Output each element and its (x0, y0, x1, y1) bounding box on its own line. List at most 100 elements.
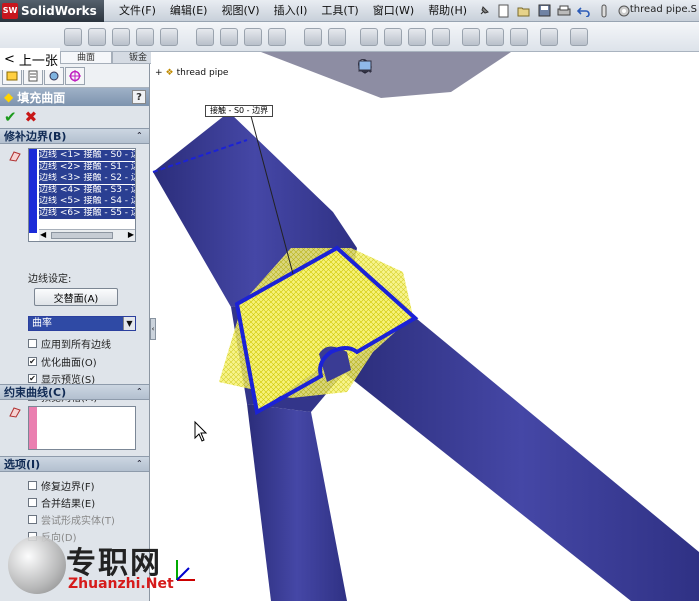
alternate-face-button[interactable]: 交替面(A) (34, 288, 118, 306)
list-item[interactable]: 边线 <6> 接触 - S5 - 边 (39, 207, 135, 219)
trim-surface-tool-icon[interactable] (384, 28, 402, 46)
edge-callout-label: 接触 - S0 - 边界 (205, 105, 274, 117)
constraint-curves-header[interactable]: 约束曲线(C) ⌃ (0, 384, 149, 400)
checkbox-box[interactable] (28, 339, 37, 348)
edit-appearance-icon[interactable] (358, 58, 545, 78)
chevron-down-icon[interactable]: ▼ (123, 317, 135, 330)
cancel-button[interactable]: ✖ (25, 108, 38, 126)
pin-icon[interactable] (476, 3, 492, 19)
menu-help[interactable]: 帮助(H) (421, 0, 474, 22)
expand-icon[interactable]: + (155, 68, 163, 78)
features-toolbar (0, 22, 699, 52)
apply-scene-icon[interactable] (358, 58, 569, 78)
curves-tool-icon[interactable] (570, 28, 588, 46)
replace-face-tool-icon[interactable] (328, 28, 346, 46)
revolved-surface-tool-icon[interactable] (88, 28, 106, 46)
surface-cut-tool-icon[interactable] (510, 28, 528, 46)
view-orientation-icon[interactable] (359, 58, 473, 78)
feature-tree-root[interactable]: + ❖ thread pipe (155, 68, 228, 78)
open-icon[interactable] (516, 3, 532, 19)
extruded-surface-tool-icon[interactable] (64, 28, 82, 46)
reference-geometry-tool-icon[interactable] (540, 28, 558, 46)
collapse-icon[interactable]: ⌃ (136, 387, 146, 397)
offset-surface-tool-icon[interactable] (244, 28, 262, 46)
list-item[interactable]: 边线 <1> 接触 - S0 - 边 (39, 150, 135, 161)
extend-surface-tool-icon[interactable] (360, 28, 378, 46)
lofted-surface-tool-icon[interactable] (136, 28, 154, 46)
list-item[interactable]: 边线 <2> 接触 - S1 - 边 (39, 161, 135, 173)
back-link[interactable]: < 上一张 (0, 48, 60, 70)
part-icon: ❖ (165, 68, 174, 78)
scrollbar-thumb[interactable] (51, 232, 113, 239)
fix-boundary-label: 修复边界(F) (41, 482, 95, 493)
watermark-ball-logo (8, 536, 66, 594)
rebuild-icon[interactable] (596, 3, 612, 19)
menu-edit[interactable]: 编辑(E) (163, 0, 215, 22)
checkbox-box[interactable] (28, 498, 37, 507)
planar-surface-tool-icon[interactable] (220, 28, 238, 46)
new-document-icon[interactable] (496, 3, 512, 19)
constraint-curves-group (0, 400, 149, 456)
list-item[interactable]: 边线 <3> 接触 - S2 - 边 (39, 173, 135, 184)
chevron-left-icon: < (4, 51, 15, 67)
list-item[interactable]: 边线 <4> 接触 - S3 - 边 (39, 184, 135, 196)
watermark-english-text: Zhuanzhi.Net (68, 576, 174, 592)
collapse-icon[interactable]: ⌃ (136, 131, 146, 141)
active-selection-indicator (29, 149, 37, 233)
menu-view[interactable]: 视图(V) (214, 0, 266, 22)
undo-icon[interactable] (576, 3, 592, 19)
filled-surface-tool-icon[interactable] (196, 28, 214, 46)
fix-boundary-checkbox[interactable]: 修复边界(F) (28, 478, 95, 493)
right-leg-pipe[interactable] (343, 314, 699, 601)
apply-all-edges-checkbox[interactable]: 应用到所有边线 (28, 336, 111, 351)
ok-button[interactable]: ✔ (4, 108, 17, 126)
horizontal-scrollbar[interactable]: ◀ ▶ (39, 229, 135, 241)
hide-show-items-icon[interactable] (358, 58, 521, 78)
checkbox-box[interactable] (28, 481, 37, 490)
dimxpert-tab-icon[interactable] (65, 66, 85, 85)
checkbox-box[interactable]: ✔ (28, 357, 37, 366)
list-item[interactable]: 边线 <5> 接触 - S4 - 边 (39, 196, 135, 207)
boundary-edge-list[interactable]: 边线 <1> 接触 - S0 - 边 边线 <2> 接触 - S1 - 边 边线… (28, 148, 136, 242)
save-icon[interactable] (536, 3, 552, 19)
constraint-curve-list[interactable] (28, 406, 136, 450)
optimize-surface-checkbox[interactable]: ✔ 优化曲面(O) (28, 354, 97, 369)
checkbox-box[interactable] (28, 515, 37, 524)
options-header[interactable]: 选项(I) ⌃ (0, 456, 149, 472)
try-form-solid-checkbox[interactable]: 尝试形成实体(T) (28, 512, 115, 527)
app-logo[interactable]: SW SolidWorks (0, 0, 104, 22)
menu-file[interactable]: 文件(F) (112, 0, 163, 22)
thicken-tool-icon[interactable] (462, 28, 480, 46)
display-style-icon[interactable] (359, 58, 497, 78)
menu-window[interactable]: 窗口(W) (366, 0, 421, 22)
solidworks-logo-icon: SW (2, 2, 18, 19)
panel-splitter[interactable]: ‹ (150, 318, 156, 340)
scroll-right-icon[interactable]: ▶ (128, 230, 134, 239)
menu-bar: 文件(F) 编辑(E) 视图(V) 插入(I) 工具(T) 窗口(W) 帮助(H… (112, 0, 474, 22)
collapse-icon[interactable]: ⌃ (136, 459, 146, 469)
thickened-cut-tool-icon[interactable] (486, 28, 504, 46)
boundary-surface-tool-icon[interactable] (160, 28, 178, 46)
previous-view-icon[interactable] (359, 58, 425, 78)
ruled-surface-tool-icon[interactable] (268, 28, 286, 46)
zoom-to-area-icon[interactable] (358, 58, 401, 78)
delete-face-tool-icon[interactable] (304, 28, 322, 46)
knit-surface-tool-icon[interactable] (432, 28, 450, 46)
optimize-surface-label: 优化曲面(O) (41, 358, 97, 369)
checkbox-box[interactable]: ✔ (28, 374, 37, 383)
patch-boundary-header[interactable]: 修补边界(B) ⌃ (0, 128, 149, 144)
scroll-left-icon[interactable]: ◀ (40, 230, 46, 239)
section-view-icon[interactable] (359, 58, 449, 78)
graphics-viewport[interactable]: + ❖ thread pipe 接触 - S0 - 边界 (151, 52, 699, 601)
menu-insert[interactable]: 插入(I) (267, 0, 315, 22)
heads-up-view-toolbar (357, 58, 569, 78)
swept-surface-tool-icon[interactable] (112, 28, 130, 46)
untrim-surface-tool-icon[interactable] (408, 28, 426, 46)
print-icon[interactable] (556, 3, 572, 19)
tab-surfaces[interactable]: 曲面 (60, 52, 113, 64)
curvature-control-select[interactable]: 曲率 ▼ (28, 316, 136, 331)
merge-result-checkbox[interactable]: 合并结果(E) (28, 495, 95, 510)
left-leg-pipe[interactable] (247, 404, 347, 601)
menu-tools[interactable]: 工具(T) (314, 0, 365, 22)
help-button[interactable]: ? (132, 90, 146, 104)
